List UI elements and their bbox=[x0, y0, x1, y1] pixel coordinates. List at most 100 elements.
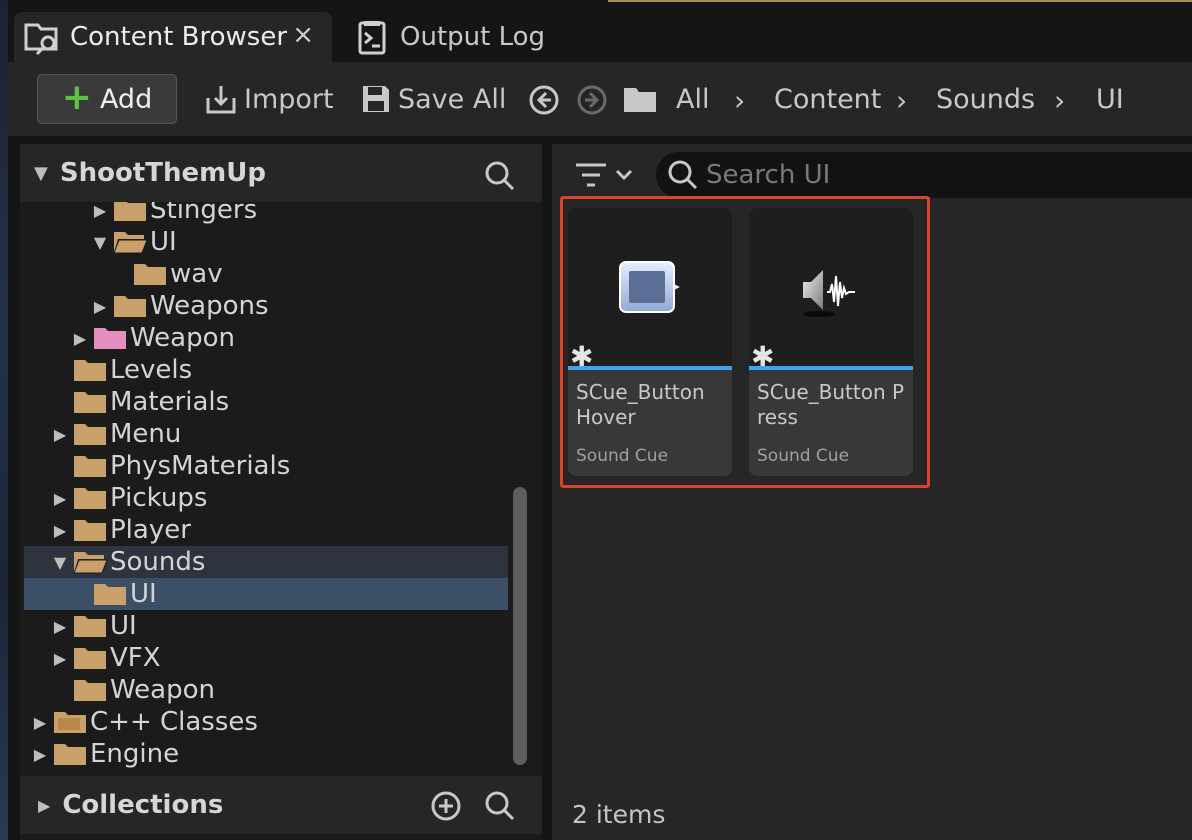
folder-icon bbox=[74, 616, 106, 637]
expand-arrow-icon[interactable]: ▶ bbox=[38, 796, 50, 815]
asset-type: Sound Cue bbox=[757, 446, 850, 466]
tree-item-label: Weapon bbox=[130, 323, 236, 353]
folder-icon[interactable] bbox=[622, 84, 658, 114]
asset-name: SCue_Button Hover bbox=[576, 380, 705, 429]
asset-view-panel: ✱ SCue_Button Hover Sound Cue ✱ SCue_But… bbox=[552, 144, 1192, 840]
sources-panel: ▼ ShootThemUp ▶ Stingers ▼ UI wav ▶ Weapons ▶ We… bbox=[20, 144, 542, 840]
tree-item-weapons[interactable]: ▶ Weapons bbox=[90, 290, 269, 322]
breadcrumb-separator-icon[interactable]: › bbox=[1054, 84, 1065, 117]
breadcrumb-separator-icon[interactable]: › bbox=[734, 84, 745, 117]
expand-arrow-icon[interactable]: ▶ bbox=[30, 745, 50, 764]
expand-arrow-icon[interactable]: ▶ bbox=[90, 202, 110, 220]
tree-item-weapon[interactable]: Weapon bbox=[50, 674, 215, 706]
tree-scrollbar[interactable] bbox=[513, 487, 527, 765]
tree-item-player[interactable]: ▶ Player bbox=[50, 514, 191, 546]
search-icon[interactable] bbox=[484, 790, 516, 822]
tree-item-label: Pickups bbox=[110, 483, 208, 513]
expand-arrow-icon[interactable]: ▶ bbox=[90, 297, 110, 316]
breadcrumb-sounds[interactable]: Sounds bbox=[936, 82, 1035, 116]
tab-content-browser[interactable]: Content Browser × bbox=[14, 12, 332, 62]
filter-button[interactable] bbox=[574, 158, 642, 192]
expand-arrow-icon[interactable]: ▶ bbox=[70, 329, 90, 348]
expand-arrow-icon[interactable]: ▶ bbox=[50, 521, 70, 540]
tree-item-ui[interactable]: UI bbox=[70, 578, 157, 610]
asset-search-field[interactable] bbox=[656, 152, 1192, 198]
folder-icon bbox=[94, 584, 126, 605]
collapse-arrow-icon[interactable]: ▼ bbox=[34, 163, 48, 184]
tree-item-wav[interactable]: wav bbox=[110, 258, 223, 290]
import-icon bbox=[206, 86, 236, 114]
speaker-icon bbox=[803, 270, 855, 317]
breadcrumb-ui[interactable]: UI bbox=[1096, 82, 1124, 116]
tree-item-label: UI bbox=[150, 227, 177, 257]
tree-item-levels[interactable]: Levels bbox=[50, 354, 192, 386]
tree-item-c-classes[interactable]: ▶ C++ Classes bbox=[30, 706, 258, 738]
plus-icon: + bbox=[61, 76, 92, 118]
breadcrumb-separator-icon[interactable]: › bbox=[896, 84, 907, 117]
window-edge-line bbox=[608, 0, 1192, 2]
item-count: 2 items bbox=[572, 800, 666, 829]
tree-item-label: Weapons bbox=[150, 291, 269, 321]
asset-card[interactable]: ✱ SCue_Button Hover Sound Cue bbox=[568, 208, 732, 476]
import-button[interactable]: Import bbox=[204, 82, 334, 116]
tree-item-engine[interactable]: ▶ Engine bbox=[30, 738, 179, 770]
import-label: Import bbox=[244, 83, 334, 115]
tree-item-menu[interactable]: ▶ Menu bbox=[50, 418, 182, 450]
add-label: Add bbox=[99, 83, 153, 115]
tree-item-materials[interactable]: Materials bbox=[50, 386, 229, 418]
project-header[interactable]: ▼ ShootThemUp bbox=[20, 144, 542, 202]
asset-type: Sound Cue bbox=[576, 446, 669, 466]
asset-card[interactable]: ✱ SCue_Button Press Sound Cue bbox=[749, 208, 913, 476]
collections-title: Collections bbox=[62, 790, 224, 820]
folder-icon bbox=[134, 264, 166, 285]
tree-item-label: Stingers bbox=[150, 202, 258, 225]
folder-open-icon bbox=[113, 232, 148, 254]
back-arrow-icon[interactable] bbox=[528, 84, 560, 116]
expand-arrow-icon[interactable]: ▶ bbox=[50, 617, 70, 636]
asset-type-bar bbox=[568, 366, 732, 370]
folder-icon bbox=[74, 424, 106, 445]
filter-icon bbox=[576, 163, 606, 187]
tree-item-stingers[interactable]: ▶ Stingers bbox=[90, 202, 257, 226]
add-collection-icon[interactable] bbox=[430, 790, 462, 822]
close-tab-icon[interactable]: × bbox=[292, 20, 314, 50]
tree-item-ui[interactable]: ▼ UI bbox=[90, 226, 177, 258]
add-button[interactable]: + Add bbox=[37, 74, 177, 124]
search-icon[interactable] bbox=[484, 160, 516, 192]
folder-icon bbox=[114, 202, 146, 221]
tree-item-sounds[interactable]: ▼ Sounds bbox=[50, 546, 206, 578]
tab-label: Output Log bbox=[400, 22, 546, 52]
tree-item-physmaterials[interactable]: PhysMaterials bbox=[50, 450, 290, 482]
tree-item-vfx[interactable]: ▶ VFX bbox=[50, 642, 161, 674]
folder-tree: ▶ Stingers ▼ UI wav ▶ Weapons ▶ Weapon Levels Mate… bbox=[20, 202, 542, 774]
tree-item-label: UI bbox=[130, 579, 157, 609]
collapse-arrow-icon[interactable]: ▼ bbox=[50, 553, 70, 572]
save-all-button[interactable]: Save All bbox=[360, 82, 506, 116]
tree-item-ui[interactable]: ▶ UI bbox=[50, 610, 137, 642]
expand-arrow-icon[interactable]: ▶ bbox=[50, 489, 70, 508]
tree-item-label: VFX bbox=[110, 643, 161, 673]
tree-item-label: C++ Classes bbox=[90, 707, 258, 737]
button-icon bbox=[619, 261, 680, 313]
project-title: ShootThemUp bbox=[59, 158, 266, 188]
tree-item-pickups[interactable]: ▶ Pickups bbox=[50, 482, 208, 514]
cpp-folder-icon bbox=[54, 712, 86, 733]
search-input[interactable] bbox=[706, 160, 1146, 190]
tree-item-label: Materials bbox=[110, 387, 230, 417]
forward-arrow-icon[interactable] bbox=[576, 84, 608, 116]
tree-item-label: Player bbox=[110, 515, 191, 545]
tree-item-label: Menu bbox=[110, 419, 182, 449]
expand-arrow-icon[interactable]: ▶ bbox=[50, 649, 70, 668]
collapse-arrow-icon[interactable]: ▼ bbox=[90, 233, 110, 252]
expand-arrow-icon[interactable]: ▶ bbox=[30, 713, 50, 732]
expand-arrow-icon[interactable]: ▶ bbox=[50, 425, 70, 444]
tree-item-label: Weapon bbox=[110, 675, 216, 705]
tab-output-log[interactable]: Output Log bbox=[344, 12, 564, 62]
output-log-icon bbox=[358, 21, 386, 55]
desktop-background bbox=[0, 0, 8, 840]
collections-header[interactable]: ▶ Collections bbox=[20, 776, 542, 834]
tab-label: Content Browser bbox=[70, 22, 288, 52]
breadcrumb-content[interactable]: Content bbox=[774, 82, 881, 116]
breadcrumb-all[interactable]: All bbox=[676, 82, 709, 116]
tree-item-weapon[interactable]: ▶ Weapon bbox=[70, 322, 235, 354]
